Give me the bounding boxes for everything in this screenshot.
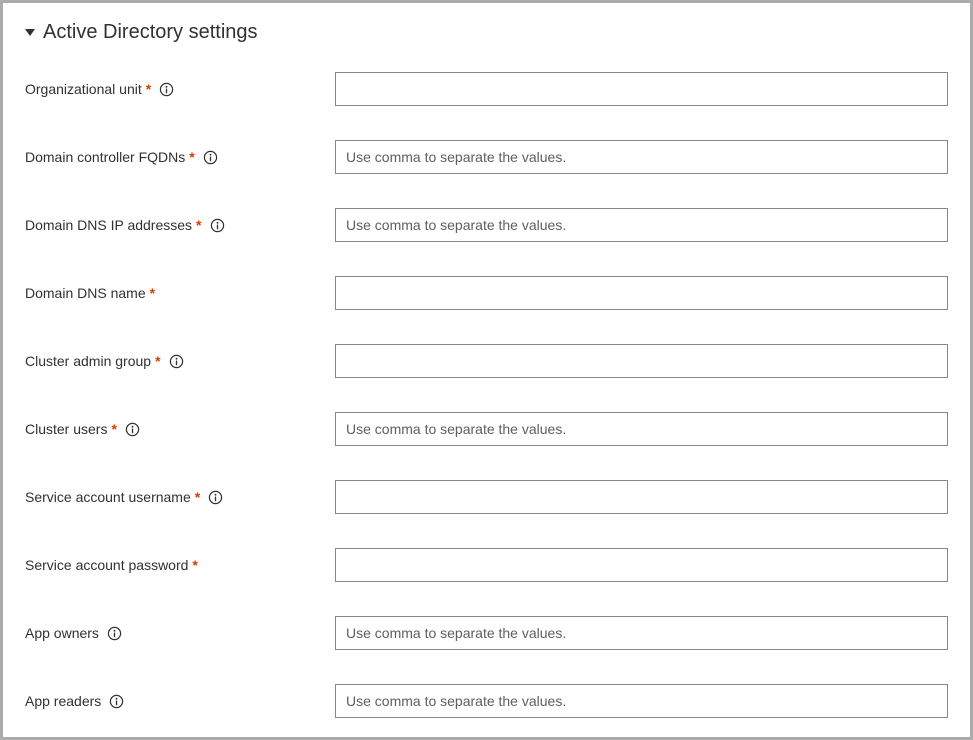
info-icon[interactable] (107, 626, 122, 641)
domain-dns-ip-addresses-input[interactable] (335, 208, 948, 242)
label-text: Domain DNS name (25, 285, 146, 301)
required-marker: * (146, 81, 151, 97)
domain-dns-name-input[interactable] (335, 276, 948, 310)
info-icon[interactable] (109, 694, 124, 709)
domain-controller-fqdns-input[interactable] (335, 140, 948, 174)
required-marker: * (189, 149, 194, 165)
info-icon[interactable] (169, 354, 184, 369)
cluster-admin-group-input[interactable] (335, 344, 948, 378)
label-organizational-unit: Organizational unit * (25, 81, 335, 97)
row-cluster-users: Cluster users * (25, 412, 948, 446)
cluster-users-input[interactable] (335, 412, 948, 446)
row-app-readers: App readers (25, 684, 948, 718)
required-marker: * (192, 557, 197, 573)
label-domain-controller-fqdns: Domain controller FQDNs * (25, 149, 335, 165)
section-header-toggle[interactable]: Active Directory settings (25, 21, 948, 44)
info-icon[interactable] (159, 82, 174, 97)
label-cluster-users: Cluster users * (25, 421, 335, 437)
required-marker: * (196, 217, 201, 233)
info-icon[interactable] (210, 218, 225, 233)
label-text: Cluster admin group (25, 353, 151, 369)
label-app-owners: App owners (25, 625, 335, 641)
row-app-owners: App owners (25, 616, 948, 650)
triangle-down-icon (25, 29, 35, 36)
app-readers-input[interactable] (335, 684, 948, 718)
row-domain-dns-ip-addresses: Domain DNS IP addresses * (25, 208, 948, 242)
required-marker: * (155, 353, 160, 369)
app-owners-input[interactable] (335, 616, 948, 650)
label-text: App owners (25, 625, 99, 641)
row-service-account-password: Service account password * (25, 548, 948, 582)
label-domain-dns-name: Domain DNS name * (25, 285, 335, 301)
label-app-readers: App readers (25, 693, 335, 709)
row-domain-controller-fqdns: Domain controller FQDNs * (25, 140, 948, 174)
label-service-account-password: Service account password * (25, 557, 335, 573)
label-text: Service account password (25, 557, 188, 573)
section-title: Active Directory settings (43, 21, 258, 44)
service-account-password-input[interactable] (335, 548, 948, 582)
row-domain-dns-name: Domain DNS name * (25, 276, 948, 310)
required-marker: * (150, 285, 155, 301)
label-text: Domain DNS IP addresses (25, 217, 192, 233)
label-text: Organizational unit (25, 81, 142, 97)
info-icon[interactable] (208, 490, 223, 505)
label-text: Service account username (25, 489, 191, 505)
row-cluster-admin-group: Cluster admin group * (25, 344, 948, 378)
label-cluster-admin-group: Cluster admin group * (25, 353, 335, 369)
info-icon[interactable] (203, 150, 218, 165)
required-marker: * (111, 421, 116, 437)
label-text: Cluster users (25, 421, 107, 437)
row-organizational-unit: Organizational unit * (25, 72, 948, 106)
organizational-unit-input[interactable] (335, 72, 948, 106)
service-account-username-input[interactable] (335, 480, 948, 514)
label-service-account-username: Service account username * (25, 489, 335, 505)
label-domain-dns-ip-addresses: Domain DNS IP addresses * (25, 217, 335, 233)
row-service-account-username: Service account username * (25, 480, 948, 514)
required-marker: * (195, 489, 200, 505)
label-text: Domain controller FQDNs (25, 149, 185, 165)
info-icon[interactable] (125, 422, 140, 437)
label-text: App readers (25, 693, 101, 709)
